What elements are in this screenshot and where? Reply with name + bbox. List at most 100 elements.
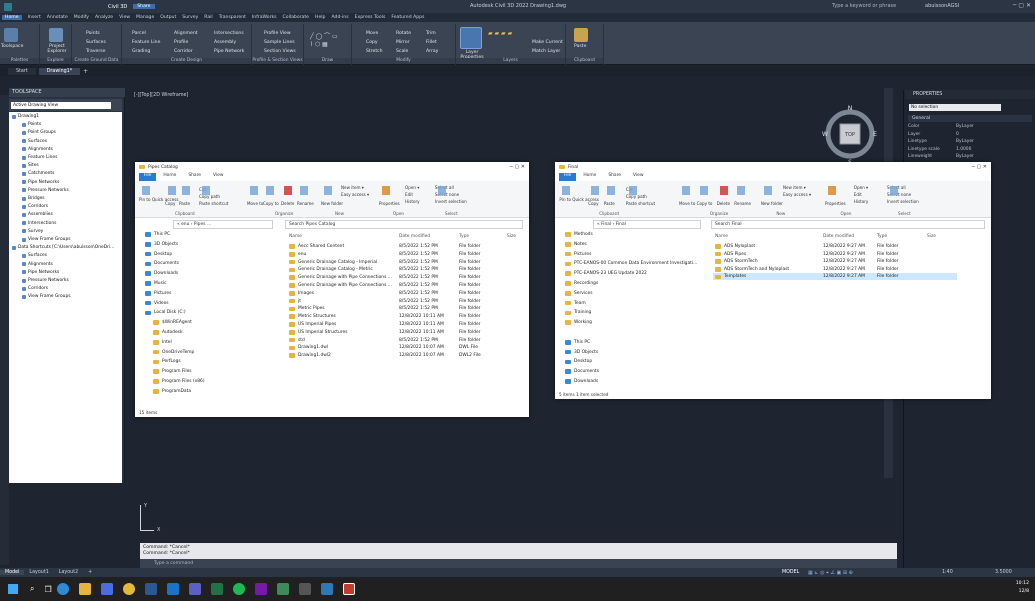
tree-item[interactable]: Alignments <box>22 147 53 152</box>
explorer2-address-bar[interactable]: « Final › Final <box>593 220 701 229</box>
section-views-button[interactable]: Section Views <box>264 49 296 54</box>
trim-button[interactable]: Trim <box>426 31 436 36</box>
file-row[interactable]: Drawing1.dwl2 12/8/2022 10:07 AM DWL2 File <box>287 352 525 359</box>
property-row[interactable]: Layer 0 <box>908 132 1032 139</box>
nav-item[interactable]: Pictures <box>565 252 591 257</box>
file-row[interactable]: Generic Drainage Catalog - Metric 8/5/202… <box>287 266 525 273</box>
nav-item[interactable]: PerfLogs <box>153 359 181 364</box>
nav-item[interactable]: Autodesk <box>153 330 183 335</box>
tree-item[interactable]: Bridges <box>22 196 45 201</box>
nav-item[interactable]: Documents <box>565 369 599 374</box>
windows-start-icon[interactable] <box>8 584 18 594</box>
rename-button[interactable]: Rename <box>297 201 314 206</box>
file-row[interactable]: Aecc Shared Content 8/5/2022 1:52 PM File … <box>287 243 525 250</box>
file-row[interactable]: Images 8/5/2022 1:52 PM File folder <box>287 290 525 297</box>
tree-item[interactable]: View Frame Groups <box>22 294 71 299</box>
powerpoint-icon[interactable] <box>320 583 333 595</box>
column-header[interactable]: Size <box>507 234 516 239</box>
tab-home[interactable]: Home <box>158 173 181 181</box>
easy-access-button[interactable]: Easy access ▾ <box>783 192 811 197</box>
edit-button[interactable]: Edit <box>405 192 413 197</box>
copy-button[interactable]: Copy <box>366 40 378 45</box>
move-button[interactable]: Move <box>366 31 378 36</box>
nav-item[interactable]: Music <box>145 281 167 286</box>
pipe-network-button[interactable]: Pipe Network <box>214 49 244 54</box>
open-button[interactable]: Open ▾ <box>405 185 419 190</box>
edit-button[interactable]: Edit <box>854 192 862 197</box>
properties-header[interactable]: PROPERTIES <box>905 90 1035 99</box>
tree-item[interactable]: Pipe Networks <box>22 270 59 275</box>
app-icon[interactable] <box>276 583 289 595</box>
file-row[interactable]: Generic Drainage with Pipe Connections .… <box>287 282 525 289</box>
menu-rail[interactable]: Rail <box>204 15 212 20</box>
nav-item[interactable]: Program Files <box>153 369 192 374</box>
match-layer-button[interactable]: Match Layer <box>532 49 560 54</box>
profile-button[interactable]: Profile <box>174 40 188 45</box>
file-row[interactable]: ADS StormTech and Nyloplast 12/8/2022 9:2… <box>713 266 957 273</box>
menu-express-tools[interactable]: Express Tools <box>355 15 386 20</box>
compass-w-label[interactable]: W <box>822 131 828 138</box>
menu-modify[interactable]: Modify <box>74 15 89 20</box>
project-explorer-button[interactable]: Project Explorer <box>42 44 72 54</box>
profile-view-button[interactable]: Profile View <box>264 31 291 36</box>
nav-item[interactable]: Downloads <box>565 379 598 384</box>
rotate-button[interactable]: Rotate <box>396 31 411 36</box>
scale-button[interactable]: Scale <box>396 49 408 54</box>
active-drawing-view-select[interactable]: Active Drawing View <box>11 102 111 109</box>
column-header[interactable]: Date modified <box>399 234 430 239</box>
file-row[interactable]: Drawing1.dwl 12/8/2022 10:07 AM DWL File <box>287 344 525 351</box>
tab-share[interactable]: Share <box>183 173 206 181</box>
clock-date[interactable]: 12/8 <box>1019 589 1029 594</box>
tree-item[interactable]: Corridors <box>22 286 48 291</box>
nav-item[interactable]: Training <box>565 310 591 315</box>
add-layout-button[interactable]: + <box>83 570 97 575</box>
nav-item[interactable]: Desktop <box>145 252 172 257</box>
tab-view[interactable]: View <box>208 173 228 181</box>
tab-drawing1[interactable]: Drawing1* <box>38 67 81 75</box>
paste-button[interactable]: Paste <box>574 44 586 49</box>
intersections-button[interactable]: Intersections <box>214 31 244 36</box>
alignment-button[interactable]: Alignment <box>174 31 198 36</box>
menu-annotate[interactable]: Annotate <box>47 15 68 20</box>
tree-item[interactable]: Corridors <box>22 204 48 209</box>
points-button[interactable]: Points <box>86 31 100 36</box>
menu-output[interactable]: Output <box>160 15 176 20</box>
column-header[interactable]: Type <box>877 234 887 239</box>
spotify-icon[interactable] <box>232 583 245 595</box>
tab-share[interactable]: Share <box>603 173 626 181</box>
file-row[interactable]: std 8/5/2022 1:52 PM File folder <box>287 337 525 344</box>
invert-selection-button[interactable]: Invert selection <box>887 199 919 204</box>
share-button[interactable]: Share <box>133 4 155 9</box>
new-tab-icon[interactable]: + <box>83 68 88 75</box>
properties-button[interactable]: Properties <box>379 201 400 206</box>
tab-file[interactable]: File <box>559 173 577 181</box>
tree-item[interactable]: Sites <box>22 163 39 168</box>
user-name[interactable]: abuissonAGSI <box>925 3 959 9</box>
model-space-button[interactable]: MODEL <box>782 570 799 575</box>
tab-start[interactable]: Start <box>8 67 36 75</box>
toolspace-icon[interactable] <box>4 28 18 42</box>
menu-collaborate[interactable]: Collaborate <box>283 15 309 20</box>
nav-item[interactable]: PTC-EANOS-23 UEG Update 2022 <box>565 271 647 276</box>
file-row[interactable]: Metric Pipes 8/5/2022 1:52 PM File folder <box>287 305 525 312</box>
tree-item[interactable]: Alignments <box>22 262 53 267</box>
rename-button[interactable]: Rename <box>734 201 751 206</box>
nav-item[interactable]: Local Disk (C:) <box>145 310 186 315</box>
tree-item[interactable]: Intersections <box>22 221 56 226</box>
file-row[interactable]: Templates 12/8/2022 9:27 AM File folder <box>713 273 957 281</box>
command-input[interactable]: Type a command <box>140 559 897 568</box>
assembly-button[interactable]: Assembly <box>214 40 236 45</box>
grading-button[interactable]: Grading <box>132 49 150 54</box>
paste-icon[interactable] <box>574 28 588 42</box>
tree-item[interactable]: Data Shortcuts [C:\Users\abuisson\OneDri… <box>12 245 114 250</box>
compass-n-label[interactable]: N <box>848 105 853 112</box>
task-view-icon[interactable]: ❐ <box>44 585 51 594</box>
onenote-icon[interactable] <box>254 583 267 595</box>
invert-selection-button[interactable]: Invert selection <box>435 199 467 204</box>
nav-item[interactable]: OneDriveTemp <box>153 350 194 355</box>
annotation-scale[interactable]: 1:40 <box>942 570 953 575</box>
file-explorer-icon[interactable] <box>78 583 91 595</box>
nav-item[interactable]: 3D Objects <box>565 350 598 355</box>
fillet-button[interactable]: Fillet <box>426 40 437 45</box>
file-row[interactable]: jt 8/5/2022 1:52 PM File folder <box>287 298 525 305</box>
